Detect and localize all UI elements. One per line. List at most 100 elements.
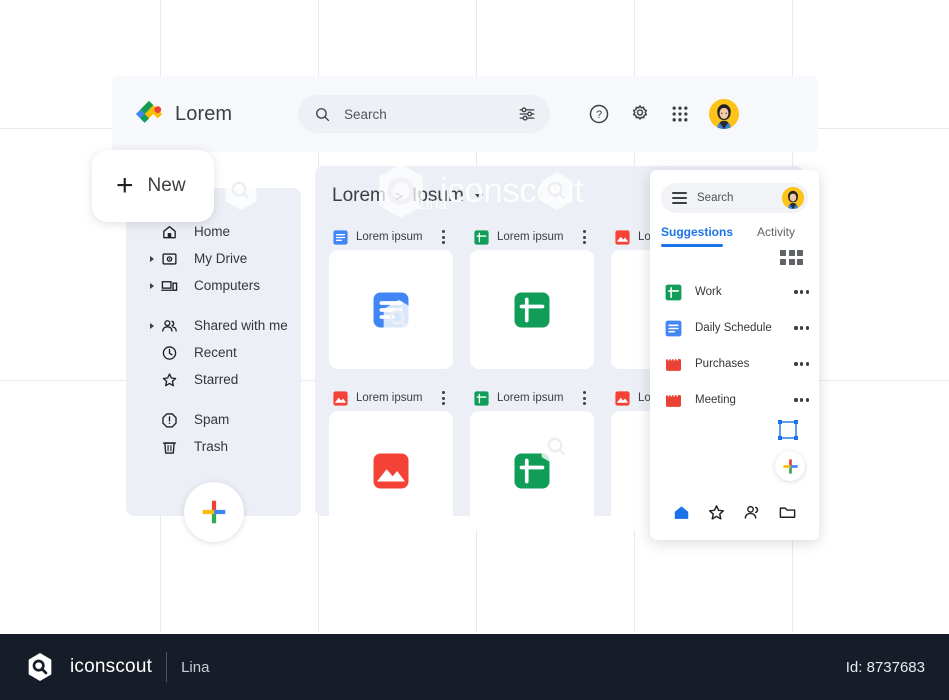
sidebar-item-label: Trash	[194, 439, 229, 454]
list-item[interactable]: Meeting	[650, 382, 819, 418]
panel-tabs: Suggestions Activity	[661, 225, 808, 247]
grid-view-icon[interactable]	[780, 250, 803, 265]
sidebar-nav: Home My Drive Computers Shared with me R…	[126, 218, 301, 460]
more-icon[interactable]	[794, 326, 809, 330]
file-card-header: Lorem ipsum	[329, 385, 453, 411]
calendar-icon	[665, 392, 682, 407]
sidebar-item-home[interactable]: Home	[126, 218, 301, 245]
list-item-label: Work	[695, 286, 722, 298]
search-bar[interactable]: Search	[298, 95, 550, 133]
sidebar-item-trash[interactable]: Trash	[126, 433, 301, 460]
clock-icon	[162, 345, 177, 360]
docs-icon	[665, 320, 682, 336]
create-fab[interactable]	[183, 482, 244, 542]
panel-bottom-nav	[650, 503, 819, 522]
chevron-right-icon[interactable]	[150, 282, 154, 289]
footer-author: Lina	[181, 658, 210, 676]
file-card[interactable]: Lorem ipsum	[470, 224, 594, 369]
breadcrumb-root[interactable]: Lorem	[332, 185, 386, 207]
tab-activity[interactable]: Activity	[757, 225, 795, 247]
list-item[interactable]: Daily Schedule	[650, 310, 819, 346]
home-icon	[163, 225, 176, 238]
sidebar-item-recent[interactable]: Recent	[126, 339, 301, 366]
breadcrumb-current[interactable]: Ipsum	[412, 185, 464, 207]
sidebar-divider	[126, 393, 301, 406]
breadcrumb-separator: >	[394, 188, 404, 204]
sheets-icon	[665, 284, 682, 300]
image-icon	[373, 453, 409, 488]
user-avatar	[709, 99, 739, 129]
list-item-label: Daily Schedule	[695, 322, 772, 334]
file-menu-icon[interactable]	[578, 230, 590, 244]
new-button[interactable]: + New	[92, 150, 214, 222]
tune-icon[interactable]	[518, 105, 536, 123]
tab-indicator	[661, 244, 723, 247]
file-menu-icon[interactable]	[578, 391, 590, 405]
drive-icon	[162, 252, 177, 265]
file-card-header: Lorem ipsum	[329, 224, 453, 250]
file-card[interactable]: Lorem ipsum	[329, 385, 453, 530]
calendar-icon	[665, 356, 682, 371]
folder-icon[interactable]	[778, 503, 797, 522]
avatar[interactable]	[709, 99, 739, 129]
more-icon[interactable]	[794, 290, 809, 294]
footer: iconscout Lina Id: 8737683	[0, 634, 949, 700]
search-input[interactable]: Search	[344, 107, 505, 122]
chevron-down-icon[interactable]	[474, 193, 483, 199]
sidebar-divider	[126, 299, 301, 312]
sidebar-item-spam[interactable]: Spam	[126, 406, 301, 433]
file-menu-icon[interactable]	[437, 391, 449, 405]
panel-search-bar[interactable]: Search	[661, 183, 808, 213]
more-icon[interactable]	[794, 398, 809, 402]
file-name: Lorem ipsum	[356, 392, 423, 404]
home-filled-icon[interactable]	[672, 503, 691, 522]
file-card[interactable]: Lorem ipsum	[329, 224, 453, 369]
sheets-icon	[474, 390, 489, 406]
chevron-right-icon[interactable]	[150, 255, 154, 262]
footer-divider	[166, 652, 168, 682]
file-card-header: Lorem ipsum	[470, 385, 594, 411]
sidebar-item-label: Computers	[194, 278, 261, 293]
image-icon	[615, 390, 630, 406]
list-item-label: Meeting	[695, 394, 736, 406]
list-item[interactable]: Purchases	[650, 346, 819, 382]
selection-handle[interactable]	[776, 418, 800, 442]
panel-create-fab[interactable]	[775, 451, 805, 481]
file-thumbnail	[470, 250, 594, 369]
file-name: Lorem ipsum	[497, 392, 564, 404]
hamburger-icon[interactable]	[672, 192, 687, 204]
sidebar-item-my-drive[interactable]: My Drive	[126, 245, 301, 272]
alert-icon	[162, 412, 177, 428]
transform-handle-icon	[778, 420, 798, 440]
drive-logo-icon	[135, 100, 163, 123]
svg-text:?: ?	[596, 109, 602, 121]
apps-grid-icon[interactable]	[670, 104, 690, 124]
file-thumbnail	[329, 411, 453, 530]
file-card[interactable]: Lorem ipsum	[470, 385, 594, 530]
panel-search-input[interactable]: Search	[697, 192, 772, 204]
chevron-right-icon[interactable]	[150, 322, 154, 329]
docs-icon	[333, 229, 348, 245]
sidebar: + New Home My Drive Computers Shared wit…	[92, 150, 301, 542]
list-item[interactable]: Work	[650, 274, 819, 310]
sidebar-item-computers[interactable]: Computers	[126, 272, 301, 299]
sidebar-item-shared-with-me[interactable]: Shared with me	[126, 312, 301, 339]
sidebar-item-label: Shared with me	[194, 318, 288, 333]
trash-icon	[162, 441, 177, 454]
topbar-actions: ?	[588, 99, 739, 129]
docs-icon	[373, 292, 409, 327]
more-icon[interactable]	[794, 362, 809, 366]
sidebar-item-label: Starred	[194, 372, 239, 387]
file-menu-icon[interactable]	[437, 230, 449, 244]
list-item-label: Purchases	[695, 358, 750, 370]
star-icon[interactable]	[707, 503, 726, 522]
gear-icon[interactable]	[629, 103, 651, 125]
help-circle-icon[interactable]: ?	[588, 103, 610, 125]
people-icon[interactable]	[743, 503, 762, 522]
sheets-icon	[514, 292, 550, 327]
top-bar: Lorem Search ?	[112, 76, 818, 152]
brand[interactable]: Lorem	[134, 99, 298, 129]
sidebar-item-starred[interactable]: Starred	[126, 366, 301, 393]
avatar[interactable]	[782, 187, 804, 209]
screenshot-canvas: Lorem Search ? + New Home My Drive Compu…	[0, 0, 949, 632]
